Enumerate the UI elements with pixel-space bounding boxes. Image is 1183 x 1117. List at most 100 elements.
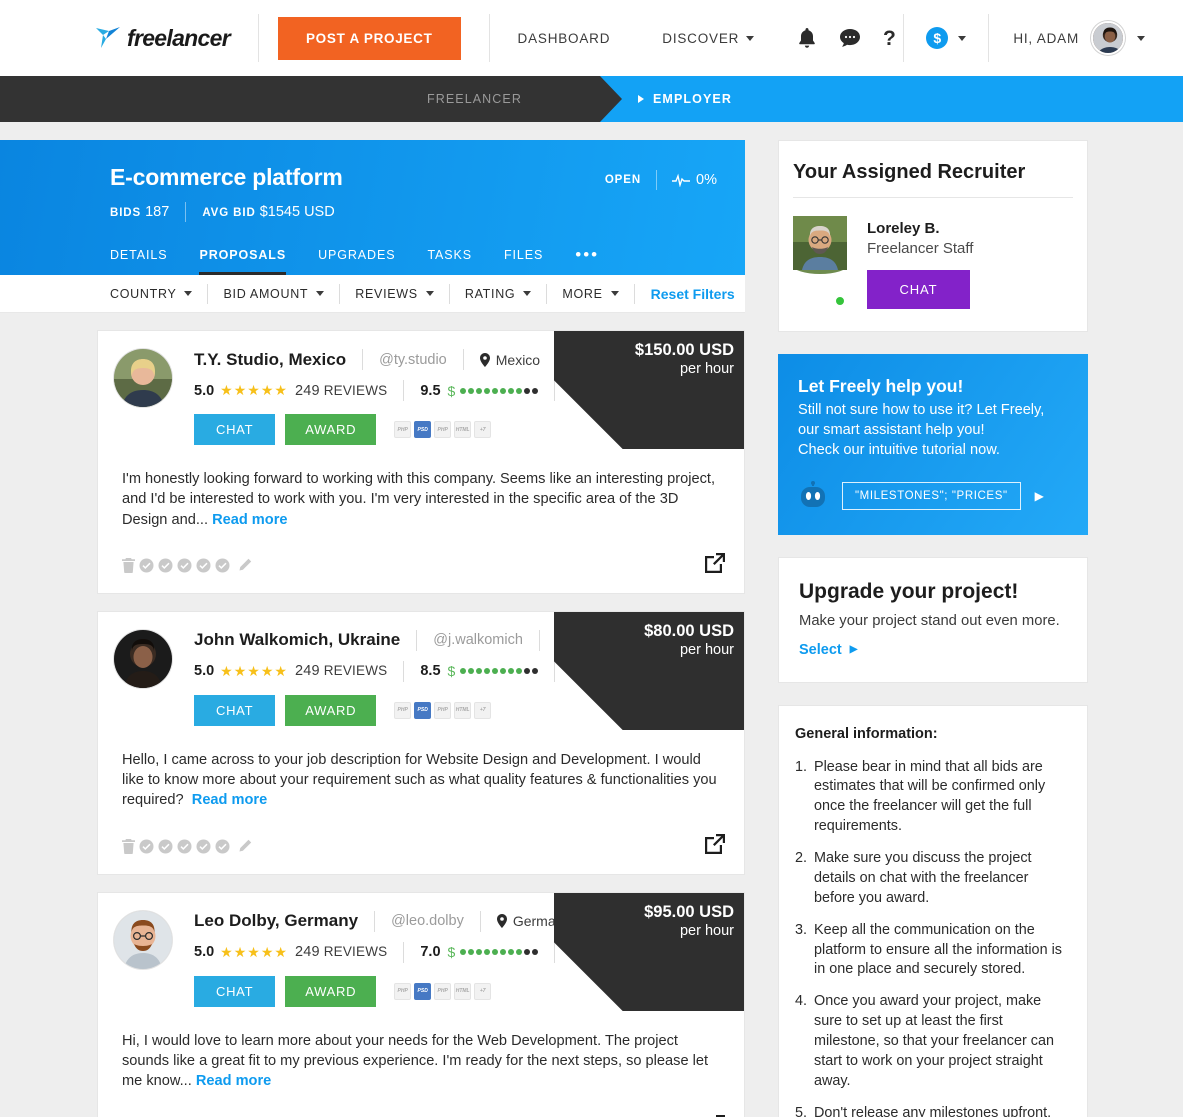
freelancer-handle: @ty.studio [379,351,447,368]
skill-badge[interactable]: PSD [414,701,432,719]
check-circle-icon[interactable] [196,558,211,573]
project-banner-row: E-commerce platform BIDS 187 AVG BID $15… [0,164,745,222]
check-circle-icon[interactable] [158,558,173,573]
completion-rate: 97% COMPLETION [571,383,693,399]
proposal-actions: CHAT AWARD PHP PSD PHP HTML +7 [194,975,744,1007]
check-circle-icon[interactable] [215,558,230,573]
divider [462,349,464,370]
skill-badge[interactable]: PHP [394,982,412,1000]
role-toggle-freelancer[interactable]: FREELANCER [0,76,622,122]
award-button[interactable]: AWARD [285,975,377,1007]
skill-badge[interactable]: PHP [394,701,412,719]
tab-details[interactable]: DETAILS [110,248,167,275]
check-circle-icon[interactable] [177,558,192,573]
price-block: $80.00 USD per hour [644,622,734,658]
check-circle-icon[interactable] [158,839,173,854]
list-item-text: Don't release any milestones upfront. [814,1104,1052,1117]
freely-suggestion-chip[interactable]: "MILESTONES"; "PRICES" [842,481,1021,510]
chevron-right-icon[interactable]: ▶ [1035,489,1044,503]
skill-badge[interactable]: PHP [394,421,412,438]
upgrade-select-link[interactable]: Select ▶ [799,642,1069,658]
progress-value: 0% [696,172,717,188]
skill-badge-more[interactable]: +7 [474,421,492,438]
bid-score: 9.5 [420,382,441,399]
check-circle-icon[interactable] [196,839,211,854]
read-more-link[interactable]: Read more [196,1073,271,1089]
reviews-count: 249 REVIEWS [295,383,387,399]
trash-icon[interactable] [122,838,135,854]
skill-badge-more[interactable]: +7 [474,982,492,1000]
general-info-heading: General information: [795,725,938,742]
skill-badge[interactable]: PHP [434,701,452,719]
post-a-project-button[interactable]: POST A PROJECT [277,16,461,60]
edit-pencil-icon[interactable] [237,558,252,573]
skill-badge[interactable]: PHP [434,421,452,438]
avatar [114,629,172,688]
bid-rate-unit: per hour [679,361,734,377]
chevron-down-icon [610,291,619,296]
award-button[interactable]: AWARD [285,414,377,445]
tab-upgrades[interactable]: UPGRADES [318,248,395,275]
recruiter-body: Loreley B. Freelancer Staff CHAT [779,198,1087,331]
tab-proposals[interactable]: PROPOSALS [199,248,287,275]
help-icon[interactable]: ? [883,27,897,49]
nav-dashboard[interactable]: DASHBOARD [490,0,637,76]
chevron-down-icon [523,291,532,296]
bid-rate-unit: per hour [679,922,734,939]
chevron-down-icon [746,35,755,41]
filter-reviews[interactable]: REVIEWS [340,283,450,304]
proposal-body: Hi, I would love to learn more about you… [98,1007,744,1092]
filter-more[interactable]: MORE [547,283,635,304]
currency-selector[interactable]: $ [903,14,990,62]
filter-bid-amount[interactable]: BID AMOUNT [208,283,341,304]
skill-badge[interactable]: HTML [454,701,472,719]
general-information-card: General information: 1. Please bear in m… [778,704,1088,1117]
skill-badge[interactable]: PSD [414,421,432,438]
skill-badge-more[interactable]: +7 [474,701,492,719]
filter-rating[interactable]: RATING [450,283,548,304]
skill-badge[interactable]: PSD [414,982,432,1000]
freelancer-name[interactable]: John Walkomich, Ukraine [194,630,400,650]
check-circle-icon[interactable] [177,839,192,854]
chat-button[interactable]: CHAT [194,694,276,726]
user-menu[interactable]: HI, ADAM [989,0,1183,76]
nav-discover[interactable]: DISCOVER [636,0,780,76]
check-circle-icon[interactable] [215,839,230,854]
reset-filters-button[interactable]: Reset Filters [635,286,735,302]
role-toggle-employer[interactable]: EMPLOYER [600,76,1183,122]
expand-proposal-icon[interactable] [704,833,726,860]
filter-country[interactable]: COUNTRY [110,283,209,304]
chat-button[interactable]: CHAT [194,414,276,445]
award-button[interactable]: AWARD [285,694,377,726]
expand-proposal-icon[interactable] [704,1114,726,1117]
recruiter-chat-button[interactable]: CHAT [867,270,970,309]
tab-files[interactable]: FILES [504,248,543,275]
chat-icon[interactable] [839,28,861,48]
check-circle-icon[interactable] [139,839,154,854]
project-status-group: OPEN 0% [605,164,717,190]
dollar-icon: $ [447,944,456,961]
read-more-link[interactable]: Read more [192,792,267,808]
tab-tasks[interactable]: TASKS [427,248,472,275]
divider [403,941,405,963]
skill-badge[interactable]: PHP [434,982,452,1000]
chat-button[interactable]: CHAT [194,975,276,1007]
freelancer-name[interactable]: T.Y. Studio, Mexico [194,350,346,370]
proposal-text-content: I'm honestly looking forward to working … [122,471,716,528]
expand-proposal-icon[interactable] [704,552,726,579]
freelancer-logo[interactable]: freelancer [0,14,259,62]
price-block: $95.00 USD per hour [644,903,734,939]
edit-pencil-icon[interactable] [237,839,252,854]
role-freelancer-label: FREELANCER [426,92,522,106]
read-more-link[interactable]: Read more [212,512,287,528]
check-circle-icon[interactable] [139,558,154,573]
location-label: Ukraine [571,632,621,649]
bell-icon[interactable] [797,27,817,49]
tab-more-icon[interactable]: ••• [575,246,599,275]
list-item-number: 1. [795,758,808,775]
freelancer-name[interactable]: Leo Dolby, Germany [194,911,358,931]
skill-badge[interactable]: HTML [454,421,472,438]
price-block: $150.00 USD per hour [635,341,734,377]
trash-icon[interactable] [122,557,135,573]
skill-badge[interactable]: HTML [454,982,472,1000]
